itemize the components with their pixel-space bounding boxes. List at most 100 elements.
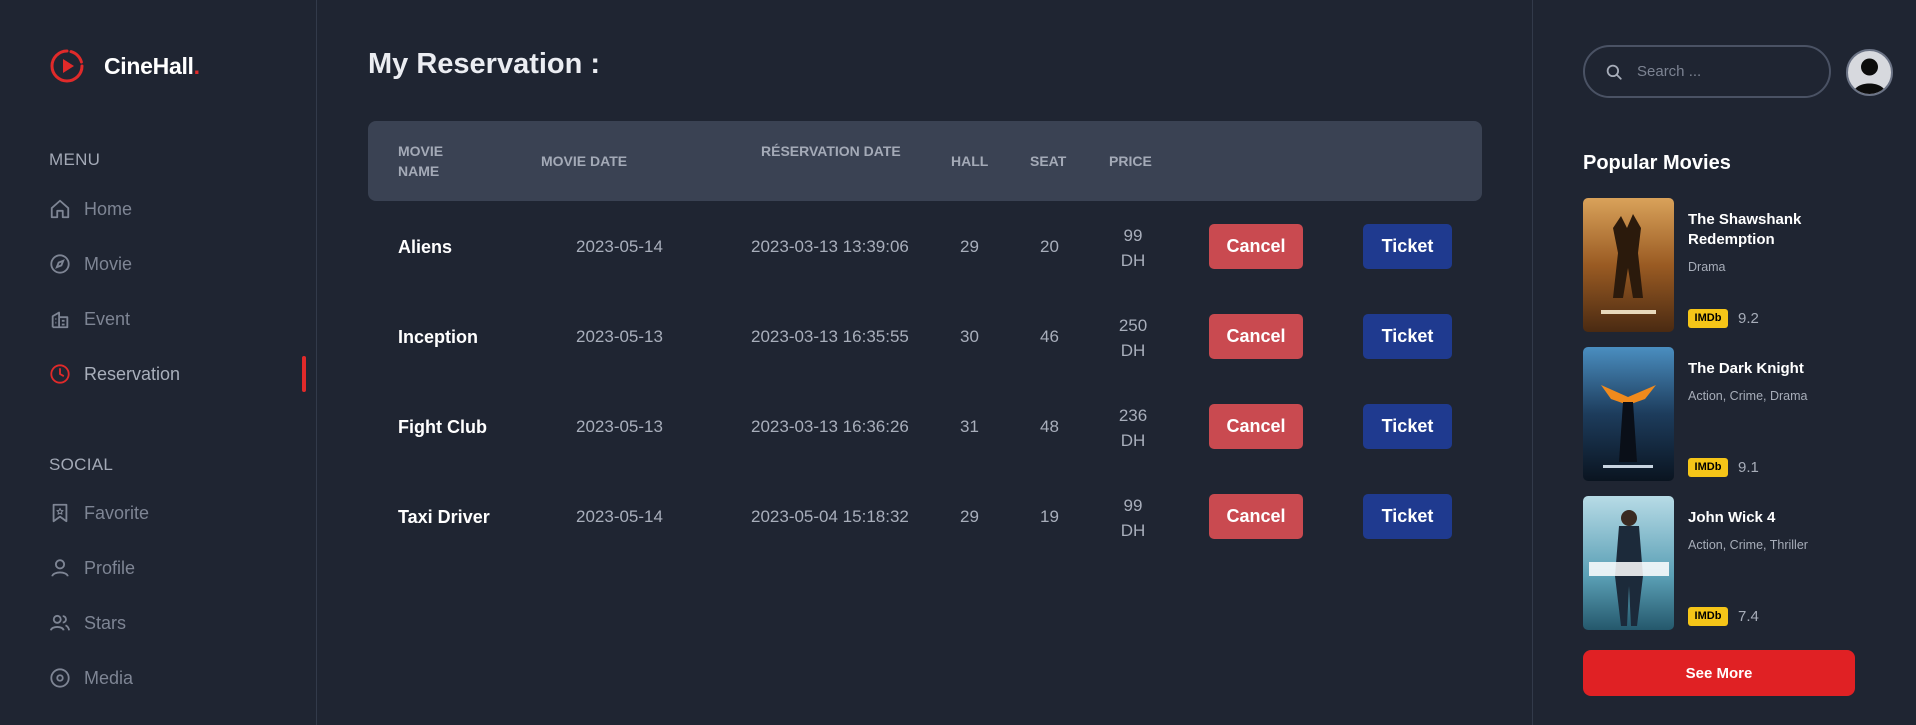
movie-date: 2023-05-13 <box>576 417 663 436</box>
movie-poster <box>1583 198 1674 332</box>
price: 236 DH <box>1118 406 1148 450</box>
movie-date: 2023-05-13 <box>576 327 663 346</box>
table-row: Aliens 2023-05-14 2023-03-13 13:39:06 29… <box>368 201 1482 291</box>
popular-movies-title: Popular Movies <box>1583 152 1731 174</box>
column-header-reservation-date: RÉSERVATION DATE <box>761 143 901 159</box>
sidebar-item-label: Stars <box>84 612 127 633</box>
reservation-date: 2023-03-13 16:35:55 <box>751 327 909 346</box>
imdb-rating: 9.1 <box>1738 459 1759 476</box>
movie-genre: Drama <box>1688 260 1726 274</box>
movie-title: John Wick 4 <box>1688 509 1776 526</box>
imdb-badge: IMDb <box>1688 458 1728 477</box>
column-header-hall: HALL <box>951 153 989 169</box>
price: 99 DH <box>1120 496 1146 540</box>
table-row: Fight Club 2023-05-13 2023-03-13 16:36:2… <box>368 381 1482 471</box>
hall-number: 29 <box>960 237 979 256</box>
see-more-button[interactable]: See More <box>1583 650 1855 696</box>
hall-number: 31 <box>960 417 979 436</box>
sidebar-item-reservation[interactable]: Reservation <box>49 359 180 389</box>
sidebar-item-label: Profile <box>84 557 136 578</box>
column-header-price: PRICE <box>1109 153 1152 169</box>
reservation-date: 2023-05-04 15:18:32 <box>751 507 909 526</box>
right-panel-divider <box>1532 0 1533 725</box>
seat-number: 19 <box>1040 507 1059 526</box>
sidebar-item-label: Event <box>84 308 131 329</box>
reservation-date: 2023-03-13 13:39:06 <box>751 237 909 256</box>
search-icon <box>1606 64 1622 80</box>
bookmark-icon <box>52 503 68 523</box>
sidebar-item-label: Favorite <box>84 502 150 523</box>
cancel-button[interactable]: Cancel <box>1209 314 1303 359</box>
seat-number: 20 <box>1040 237 1059 256</box>
sidebar-item-label: Media <box>84 667 134 688</box>
table-row: Inception 2023-05-13 2023-03-13 16:35:55… <box>368 291 1482 381</box>
sidebar-item-label: Home <box>84 198 133 219</box>
search-input[interactable] <box>1637 63 1817 80</box>
sidebar-item-media[interactable]: Media <box>49 663 133 693</box>
imdb-badge: IMDb <box>1688 309 1728 328</box>
reservation-date: 2023-03-13 16:36:26 <box>751 417 909 436</box>
movie-genre: Action, Crime, Drama <box>1688 389 1808 403</box>
home-icon <box>50 199 70 219</box>
movie-date: 2023-05-14 <box>576 237 663 256</box>
price: 250 DH <box>1118 316 1148 360</box>
table-row: Taxi Driver 2023-05-14 2023-05-04 15:18:… <box>368 471 1482 561</box>
table-header: MOVIE NAME MOVIE DATE RÉSERVATION DATE H… <box>368 121 1482 201</box>
movie-name: Inception <box>398 327 478 347</box>
hall-number: 30 <box>960 327 979 346</box>
ticket-button[interactable]: Ticket <box>1363 314 1452 359</box>
sidebar-item-event[interactable]: Event <box>49 304 130 334</box>
popular-movie-card[interactable]: John Wick 4 Action, Crime, Thriller IMDb… <box>1583 496 1843 630</box>
disc-icon <box>50 668 70 688</box>
sidebar-item-label: Movie <box>84 253 133 274</box>
popular-movie-card[interactable]: The Dark Knight Action, Crime, Drama IMD… <box>1583 347 1843 481</box>
imdb-badge: IMDb <box>1688 607 1728 626</box>
page-title: My Reservation : <box>368 48 601 80</box>
users-icon <box>49 614 71 631</box>
sidebar-item-favorite[interactable]: Favorite <box>49 498 149 528</box>
user-icon <box>51 559 69 577</box>
column-header-movie-name: MOVIE NAME <box>398 143 444 179</box>
movie-poster <box>1583 496 1674 630</box>
brand-logo[interactable]: CineHall. <box>49 48 200 84</box>
seat-number: 48 <box>1040 417 1059 436</box>
movie-name: Fight Club <box>398 417 487 437</box>
cancel-button[interactable]: Cancel <box>1209 404 1303 449</box>
play-logo-icon <box>50 49 84 83</box>
column-header-movie-date: MOVIE DATE <box>541 153 628 169</box>
movie-name: Taxi Driver <box>398 507 490 527</box>
ticket-button[interactable]: Ticket <box>1363 404 1452 449</box>
column-header-seat: SEAT <box>1030 153 1067 169</box>
imdb-rating: 7.4 <box>1738 608 1759 625</box>
sidebar-item-movie[interactable]: Movie <box>49 249 132 279</box>
price: 99 DH <box>1120 226 1146 270</box>
ticket-button[interactable]: Ticket <box>1363 494 1452 539</box>
movie-genre: Action, Crime, Thriller <box>1688 538 1808 552</box>
movie-poster <box>1583 347 1674 481</box>
sidebar-item-home[interactable]: Home <box>49 194 132 224</box>
ticket-button[interactable]: Ticket <box>1363 224 1452 269</box>
seat-number: 46 <box>1040 327 1059 346</box>
sidebar-item-stars[interactable]: Stars <box>49 608 126 638</box>
user-avatar-icon <box>1853 58 1886 94</box>
hall-number: 29 <box>960 507 979 526</box>
active-indicator <box>302 356 306 392</box>
brand-name: CineHall. <box>104 52 200 79</box>
sidebar: CineHall. MENU Home Movie Event Reservat… <box>0 0 317 725</box>
movie-name: Aliens <box>398 237 453 257</box>
cancel-button[interactable]: Cancel <box>1209 494 1303 539</box>
movie-title: The Dark Knight <box>1688 360 1804 377</box>
menu-section-title: MENU <box>49 150 101 169</box>
cancel-button[interactable]: Cancel <box>1209 224 1303 269</box>
social-section-title: SOCIAL <box>49 455 114 474</box>
movie-title: The Shawshank Redemption <box>1688 211 1802 248</box>
avatar[interactable] <box>1846 49 1893 96</box>
search-box[interactable] <box>1583 45 1831 98</box>
popular-movie-card[interactable]: The Shawshank Redemption Drama IMDb 9.2 <box>1583 198 1843 332</box>
imdb-rating: 9.2 <box>1738 310 1759 327</box>
sidebar-item-label: Reservation <box>84 363 181 384</box>
compass-icon <box>50 254 70 274</box>
clock-icon <box>50 364 70 384</box>
movie-date: 2023-05-14 <box>576 507 663 526</box>
sidebar-item-profile[interactable]: Profile <box>49 553 135 583</box>
